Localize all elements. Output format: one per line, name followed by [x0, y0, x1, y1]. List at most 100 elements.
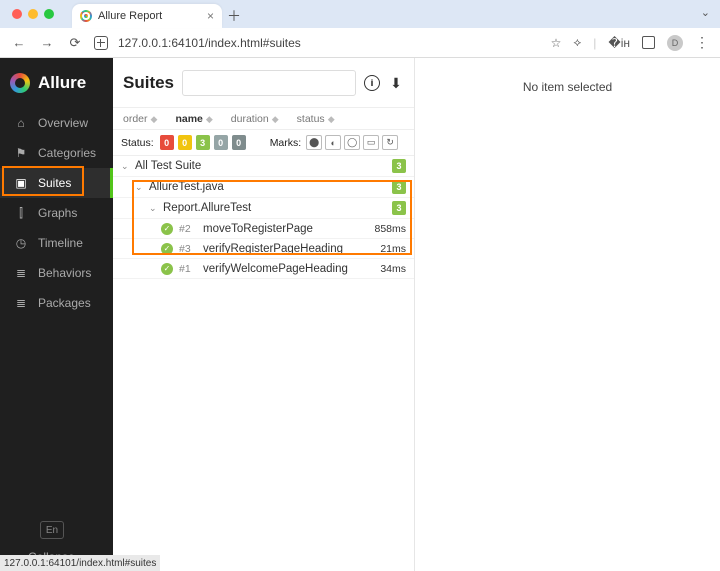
export-csv-button[interactable]: i: [364, 75, 380, 91]
status-chip-broken[interactable]: 0: [178, 135, 192, 150]
bookmark-icon[interactable]: ☆: [551, 36, 562, 50]
status-chip-unknown[interactable]: 0: [232, 135, 246, 150]
status-passed-icon: ✓: [161, 223, 173, 235]
close-tab-button[interactable]: ×: [207, 9, 214, 23]
browser-tabbar: Allure Report × ＋ ⌄: [0, 0, 720, 28]
mark-toggle[interactable]: ▭: [363, 135, 379, 150]
panel-title: Suites: [123, 73, 174, 93]
briefcase-icon: ▣: [14, 176, 28, 190]
test-index: #2: [179, 223, 197, 235]
tree-node-class[interactable]: ⌄ Report.AllureTest 3: [113, 198, 414, 219]
sidebar-item-graphs[interactable]: ⫿ Graphs: [0, 198, 113, 228]
sidebar-item-label: Categories: [38, 146, 96, 160]
sidebar-item-label: Suites: [38, 176, 71, 190]
mark-toggle[interactable]: ↻: [382, 135, 398, 150]
tree-node-file[interactable]: ⌄ AllureTest.java 3: [113, 177, 414, 198]
back-button[interactable]: ←: [10, 35, 28, 50]
tree-node-label: All Test Suite: [135, 160, 201, 172]
browser-toolbar: ← → ⟳ 127.0.0.1:64101/index.html#suites …: [0, 28, 720, 58]
brand: Allure: [0, 58, 113, 108]
sidebar-item-label: Packages: [38, 296, 91, 310]
tune-icon[interactable]: �ін: [608, 36, 630, 50]
list-icon: ≣: [14, 266, 28, 280]
layers-icon: ≣: [14, 296, 28, 310]
sidebar-item-overview[interactable]: ⌂ Overview: [0, 108, 113, 138]
test-index: #3: [179, 243, 197, 255]
sidebar: Allure ⌂ Overview ⚑Categories ▣ Suites ⫿ Gr…: [0, 58, 113, 571]
test-name: verifyRegisterPageHeading: [203, 243, 343, 255]
site-info-icon[interactable]: [94, 36, 108, 50]
mark-toggle[interactable]: ◐: [325, 135, 341, 150]
forward-button[interactable]: →: [38, 35, 56, 50]
test-name: moveToRegisterPage: [203, 223, 313, 235]
status-chip-passed[interactable]: 3: [196, 135, 210, 150]
marks-label: Marks:: [270, 137, 302, 149]
sort-duration[interactable]: duration◆: [231, 113, 279, 125]
test-name: verifyWelcomePageHeading: [203, 263, 348, 275]
window-controls: [12, 0, 54, 28]
sidebar-item-behaviors[interactable]: ≣ Behaviors: [0, 258, 113, 288]
sort-row: order◆ name◆ duration◆ status◆: [113, 108, 414, 130]
search-input[interactable]: [182, 70, 356, 96]
sidebar-item-label: Behaviors: [38, 266, 91, 280]
browser-menu-button[interactable]: ⋮: [695, 34, 710, 51]
sort-order[interactable]: order◆: [123, 113, 157, 125]
tabs-menu-button[interactable]: ⌄: [701, 6, 710, 19]
minimize-window-button[interactable]: [28, 9, 38, 19]
panel-header: Suites i ⬇: [113, 58, 414, 108]
chart-icon: ⫿: [14, 206, 28, 221]
sort-name[interactable]: name◆: [175, 113, 212, 125]
sidebar-item-timeline[interactable]: ◷ Timeline: [0, 228, 113, 258]
detail-empty-text: No item selected: [523, 80, 612, 94]
status-passed-icon: ✓: [161, 243, 173, 255]
suites-panel: Suites i ⬇ order◆ name◆ duration◆ status…: [113, 58, 415, 571]
detail-panel: No item selected: [415, 58, 720, 571]
mark-toggle[interactable]: ◯: [344, 135, 360, 150]
sort-status[interactable]: status◆: [297, 113, 335, 125]
sidebar-item-categories[interactable]: ⚑Categories: [0, 138, 113, 168]
browser-status-bar: 127.0.0.1:64101/index.html#suites: [0, 555, 160, 571]
tree-node-label: Report.AllureTest: [163, 202, 251, 214]
tree-node-suite[interactable]: ⌄ All Test Suite 3: [113, 156, 414, 177]
sidebar-item-suites[interactable]: ▣ Suites: [0, 168, 113, 198]
test-row[interactable]: ✓ #2 moveToRegisterPage 858ms: [113, 219, 414, 239]
count-badge: 3: [392, 159, 406, 173]
sidebar-item-label: Timeline: [38, 236, 83, 250]
close-window-button[interactable]: [12, 9, 22, 19]
new-tab-button[interactable]: ＋: [222, 4, 246, 28]
app-root: Allure ⌂ Overview ⚑Categories ▣ Suites ⫿ Gr…: [0, 58, 720, 571]
clock-icon: ◷: [14, 236, 28, 250]
language-switch[interactable]: En: [40, 521, 64, 539]
download-button[interactable]: ⬇: [388, 75, 404, 91]
brand-logo-icon: [10, 73, 30, 93]
profile-avatar[interactable]: D: [667, 35, 683, 51]
sidebar-item-label: Graphs: [38, 206, 77, 220]
chevron-down-icon: ⌄: [121, 161, 131, 172]
tab-title: Allure Report: [98, 10, 162, 22]
test-index: #1: [179, 263, 197, 275]
favicon: [80, 10, 92, 22]
status-passed-icon: ✓: [161, 263, 173, 275]
panel-toggle-icon[interactable]: [642, 36, 655, 49]
test-duration: 34ms: [380, 263, 406, 275]
test-row[interactable]: ✓ #1 verifyWelcomePageHeading 34ms: [113, 259, 414, 279]
test-tree: ⌄ All Test Suite 3 ⌄ AllureTest.java 3 ⌄…: [113, 156, 414, 279]
reload-button[interactable]: ⟳: [66, 35, 84, 51]
extensions-icon[interactable]: ⟡: [573, 35, 581, 50]
status-chip-skipped[interactable]: 0: [214, 135, 228, 150]
chevron-down-icon: ⌄: [149, 203, 159, 214]
status-label: Status:: [121, 137, 154, 149]
browser-tab[interactable]: Allure Report ×: [72, 4, 222, 28]
filter-row: Status: 0 0 3 0 0 Marks: ⬤ ◐ ◯ ▭ ↻: [113, 130, 414, 156]
sidebar-item-label: Overview: [38, 116, 88, 130]
status-chip-failed[interactable]: 0: [160, 135, 174, 150]
home-icon: ⌂: [14, 116, 28, 130]
address-bar[interactable]: 127.0.0.1:64101/index.html#suites: [118, 36, 301, 50]
status-text: 127.0.0.1:64101/index.html#suites: [4, 558, 156, 569]
mark-toggle[interactable]: ⬤: [306, 135, 322, 150]
test-row[interactable]: ✓ #3 verifyRegisterPageHeading 21ms: [113, 239, 414, 259]
sidebar-item-packages[interactable]: ≣ Packages: [0, 288, 113, 318]
count-badge: 3: [392, 180, 406, 194]
count-badge: 3: [392, 201, 406, 215]
maximize-window-button[interactable]: [44, 9, 54, 19]
